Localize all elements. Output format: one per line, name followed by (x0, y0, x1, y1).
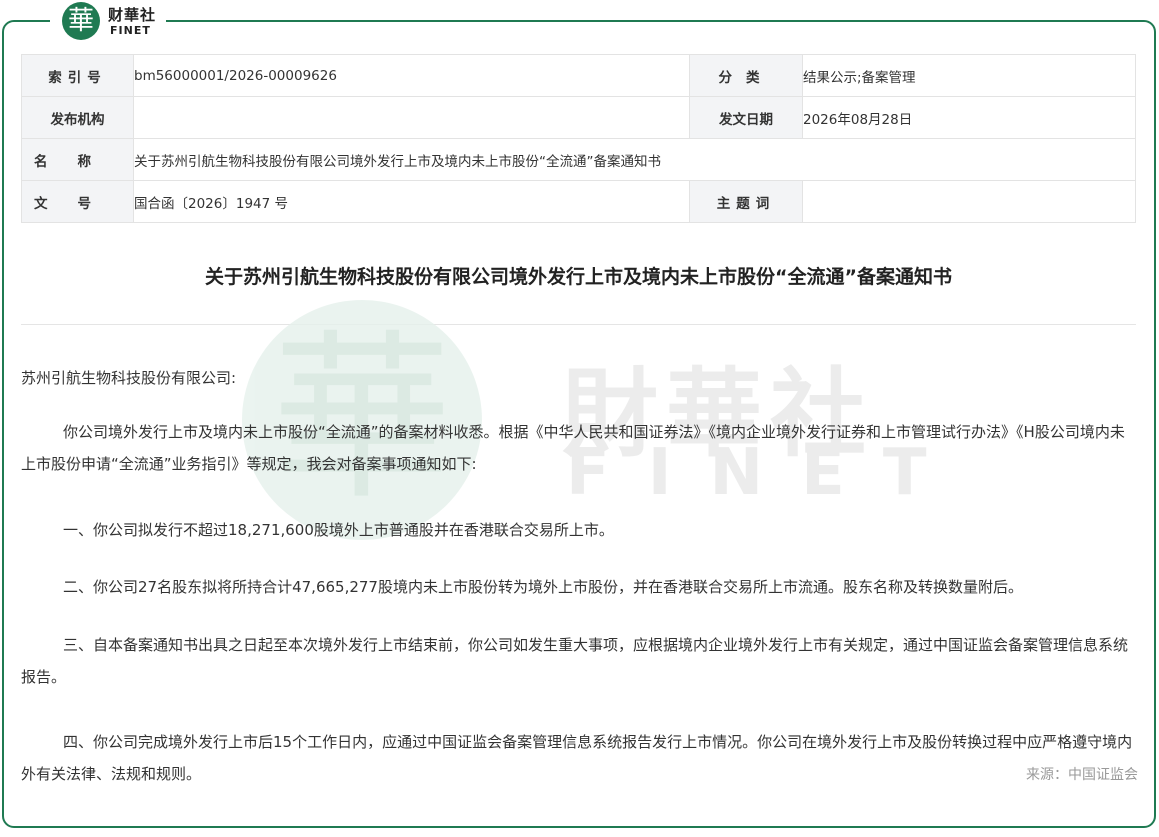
logo-cn-text: 财華社 (108, 6, 157, 24)
docno-value: 国合函〔2026〕1947 号 (133, 180, 690, 223)
paragraph-item-1: 一、你公司拟发行不超过18,271,600股境外上市普通股并在香港联合交易所上市… (63, 521, 614, 539)
meta-row: 索引号 bm56000001/2026-00009626 分类 结果公示;备案管… (21, 54, 1136, 97)
index-value: bm56000001/2026-00009626 (133, 54, 690, 97)
meta-row: 文号 国合函〔2026〕1947 号 主题词 (21, 180, 1136, 223)
logo-en-text: FINET (110, 24, 151, 37)
name-label: 名称 (21, 138, 134, 181)
date-value: 2026年08月28日 (802, 96, 1136, 139)
paragraph-item-3: 三、自本备案通知书出具之日起至本次境外发行上市结束前，你公司如发生重大事项，应根… (21, 636, 1129, 686)
source-note: 来源：中国证监会 (1026, 767, 1138, 783)
paragraph-item-2: 二、你公司27名股东拟将所持合计47,665,277股境内未上市股份转为境外上市… (63, 578, 1023, 596)
name-value: 关于苏州引航生物科技股份有限公司境外发行上市及境内未上市股份“全流通”备案通知书 (133, 138, 1136, 181)
category-label: 分类 (689, 54, 803, 97)
category-value: 结果公示;备案管理 (802, 54, 1136, 97)
meta-row: 发布机构 发文日期 2026年08月28日 (21, 96, 1136, 139)
salutation: 苏州引航生物科技股份有限公司: (21, 369, 237, 387)
paragraph-intro: 你公司境外发行上市及境内未上市股份“全流通”的备案材料收悉。根据《中华人民共和国… (21, 423, 1125, 473)
publisher-value (133, 96, 690, 139)
title-divider (21, 324, 1136, 325)
document-title: 关于苏州引航生物科技股份有限公司境外发行上市及境内未上市股份“全流通”备案通知书 (205, 266, 952, 288)
index-label: 索引号 (21, 54, 134, 97)
date-label: 发文日期 (689, 96, 803, 139)
docno-label: 文号 (21, 180, 134, 223)
document-meta-table: 索引号 bm56000001/2026-00009626 分类 结果公示;备案管… (21, 54, 1136, 223)
publisher-label: 发布机构 (21, 96, 134, 139)
subject-value (802, 180, 1136, 223)
meta-row: 名称 关于苏州引航生物科技股份有限公司境外发行上市及境内未上市股份“全流通”备案… (21, 138, 1136, 181)
finet-logo[interactable]: 華 财華社 FINET (50, 0, 166, 44)
subject-label: 主题词 (689, 180, 803, 223)
paragraph-item-4: 四、你公司完成境外发行上市后15个工作日内，应通过中国证监会备案管理信息系统报告… (21, 733, 1133, 783)
logo-emblem-icon: 華 (62, 2, 100, 40)
